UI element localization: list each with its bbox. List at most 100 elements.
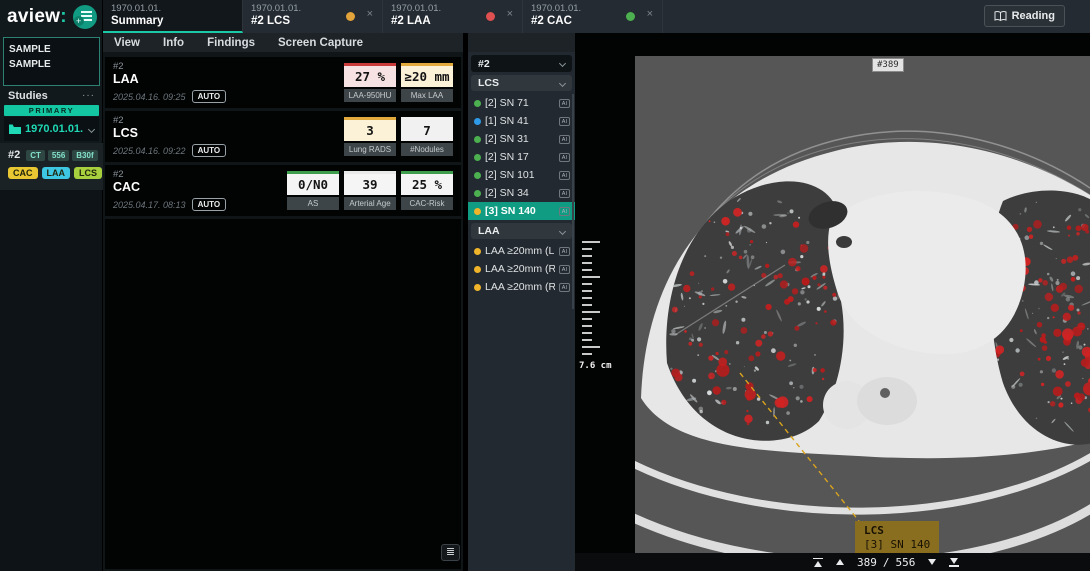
reading-button[interactable]: Reading [984, 5, 1065, 27]
metric-value: 27 % [344, 63, 396, 87]
category-dot [474, 172, 481, 179]
status-dot [486, 12, 495, 21]
previous-slice-button[interactable] [836, 559, 844, 565]
ct-viewer[interactable]: #389 7.6 cm LCS [3] SN 140 389 / 556 [575, 33, 1090, 571]
app-logo: aview: + [0, 0, 102, 33]
finding-item[interactable]: [2] SN 17 AI [468, 148, 575, 166]
ai-badge: AI [559, 247, 570, 256]
finding-label: LAA ≥20mm (R... [485, 281, 555, 293]
reading-label: Reading [1012, 10, 1055, 22]
scrollbar[interactable] [572, 94, 574, 309]
last-slice-button[interactable] [949, 558, 959, 567]
menu-info[interactable]: Info [163, 37, 184, 49]
summary-card-cac[interactable]: #2 CAC 2025.04.17. 08:13 AUTO 0/N0 AS 39… [105, 165, 461, 216]
finding-item-selected[interactable]: [3] SN 140 AI [468, 202, 575, 220]
card-series: #2 [113, 61, 124, 72]
finding-item[interactable]: [1] SN 41 AI [468, 112, 575, 130]
summary-card-lcs[interactable]: #2 LCS 2025.04.16. 09:22 AUTO 3 Lung RAD… [105, 111, 461, 162]
metric-label: AS [287, 197, 339, 210]
metric-value: 7 [401, 117, 453, 141]
tab-label: #2 CAC [531, 15, 654, 27]
finding-item[interactable]: [2] SN 71 AI [468, 94, 575, 112]
tab-date: 1970.01.01. [111, 3, 234, 14]
close-icon[interactable]: × [507, 8, 513, 20]
finding-item[interactable]: LAA ≥20mm (L... AI [468, 242, 575, 260]
category-dot [474, 190, 481, 197]
finding-label: [2] SN 34 [485, 187, 529, 199]
card-title: LAA [113, 72, 139, 86]
series-area: #2 CT 556 B30f CAC LAA LCS [0, 143, 103, 190]
tab-lcs[interactable]: 1970.01.01. #2 LCS × [243, 0, 383, 33]
tab-date: 1970.01.01. [531, 3, 654, 14]
finding-item[interactable]: [2] SN 31 AI [468, 130, 575, 148]
category-dot [474, 136, 481, 143]
series-select[interactable]: #2 [471, 55, 572, 72]
finding-item[interactable]: LAA ≥20mm (R... AI [468, 260, 575, 278]
tab-label: #2 LAA [391, 15, 514, 27]
scale-ruler [582, 241, 622, 360]
ct-image[interactable] [635, 53, 1090, 553]
chevron-down-icon[interactable] [88, 125, 95, 132]
close-icon[interactable]: × [367, 8, 373, 20]
patient-info-box: SAMPLE SAMPLE [3, 37, 100, 86]
tab-laa[interactable]: 1970.01.01. #2 LAA × [383, 0, 523, 33]
card-title: LCS [113, 126, 138, 140]
tab-cac[interactable]: 1970.01.01. #2 CAC × [523, 0, 663, 33]
study-row[interactable]: 1970.01.01. [4, 117, 99, 141]
finding-label: [1] SN 41 [485, 115, 529, 127]
finding-label: [3] SN 140 [485, 205, 536, 217]
kernel-badge: B30f [72, 150, 97, 161]
finding-item[interactable]: [2] SN 34 AI [468, 184, 575, 202]
logo-text: aview [7, 6, 60, 28]
close-icon[interactable]: × [647, 8, 653, 20]
category-dot [474, 266, 481, 273]
tab-bar: 1970.01.01. Summary 1970.01.01. #2 LCS ×… [103, 0, 1090, 33]
modality-badge: CT [26, 150, 45, 161]
summary-card-laa[interactable]: #2 LAA 2025.04.16. 09:25 AUTO 27 % LAA-9… [105, 57, 461, 108]
metric-label: Lung RADS [344, 143, 396, 156]
metric-value: 39 [344, 171, 396, 195]
chevron-down-icon [559, 227, 566, 234]
auto-badge: AUTO [192, 144, 227, 157]
menu-view[interactable]: View [114, 37, 140, 49]
slice-counter: 389 / 556 [857, 556, 915, 569]
tab-label: Summary [111, 15, 234, 27]
summary-panel: #2 LAA 2025.04.16. 09:25 AUTO 27 % LAA-9… [103, 52, 463, 571]
first-slice-button[interactable] [813, 558, 823, 567]
next-slice-button[interactable] [928, 559, 936, 565]
list-view-toggle-button[interactable]: ≣ [441, 544, 460, 561]
finding-item[interactable]: LAA ≥20mm (R... AI [468, 278, 575, 296]
auto-badge: AUTO [192, 198, 227, 211]
module-badge-laa[interactable]: LAA [42, 167, 71, 179]
module-badge-cac[interactable]: CAC [8, 167, 38, 179]
card-series: #2 [113, 169, 124, 180]
status-dot [626, 12, 635, 21]
tab-summary[interactable]: 1970.01.01. Summary [103, 0, 243, 33]
patient-name: SAMPLE [9, 42, 94, 57]
menu-screen-capture[interactable]: Screen Capture [278, 37, 363, 49]
finding-label: [2] SN 31 [485, 133, 529, 145]
menu-findings[interactable]: Findings [207, 37, 255, 49]
book-icon [994, 11, 1007, 22]
more-menu-icon[interactable]: ··· [82, 90, 95, 101]
series-select-value: #2 [478, 58, 490, 70]
ai-badge: AI [559, 99, 570, 108]
slice-count-badge: 556 [48, 150, 69, 161]
group-select-lcs[interactable]: LCS [471, 75, 572, 91]
module-badge-lcs[interactable]: LCS [74, 167, 102, 179]
metric-value: 25 % [401, 171, 453, 195]
metric-agatston: 0/N0 AS [287, 171, 339, 210]
finding-annotation-label[interactable]: LCS [3] SN 140 [855, 521, 939, 555]
metric-cac-risk: 25 % CAC-Risk [401, 171, 453, 210]
metric-arterial-age: 39 Arterial Age [344, 171, 396, 210]
chevron-down-icon [559, 79, 566, 86]
app-root: 1970.01.01. Summary 1970.01.01. #2 LCS ×… [0, 0, 1090, 571]
finding-item[interactable]: [2] SN 101 AI [468, 166, 575, 184]
finding-label: LAA ≥20mm (L... [485, 245, 555, 257]
metric-value: 3 [344, 117, 396, 141]
category-dot [474, 284, 481, 291]
series-id: #2 [8, 149, 20, 161]
studies-header: Studies ··· [0, 88, 103, 103]
group-select-laa[interactable]: LAA [471, 223, 572, 239]
metric-value: 0/N0 [287, 171, 339, 195]
